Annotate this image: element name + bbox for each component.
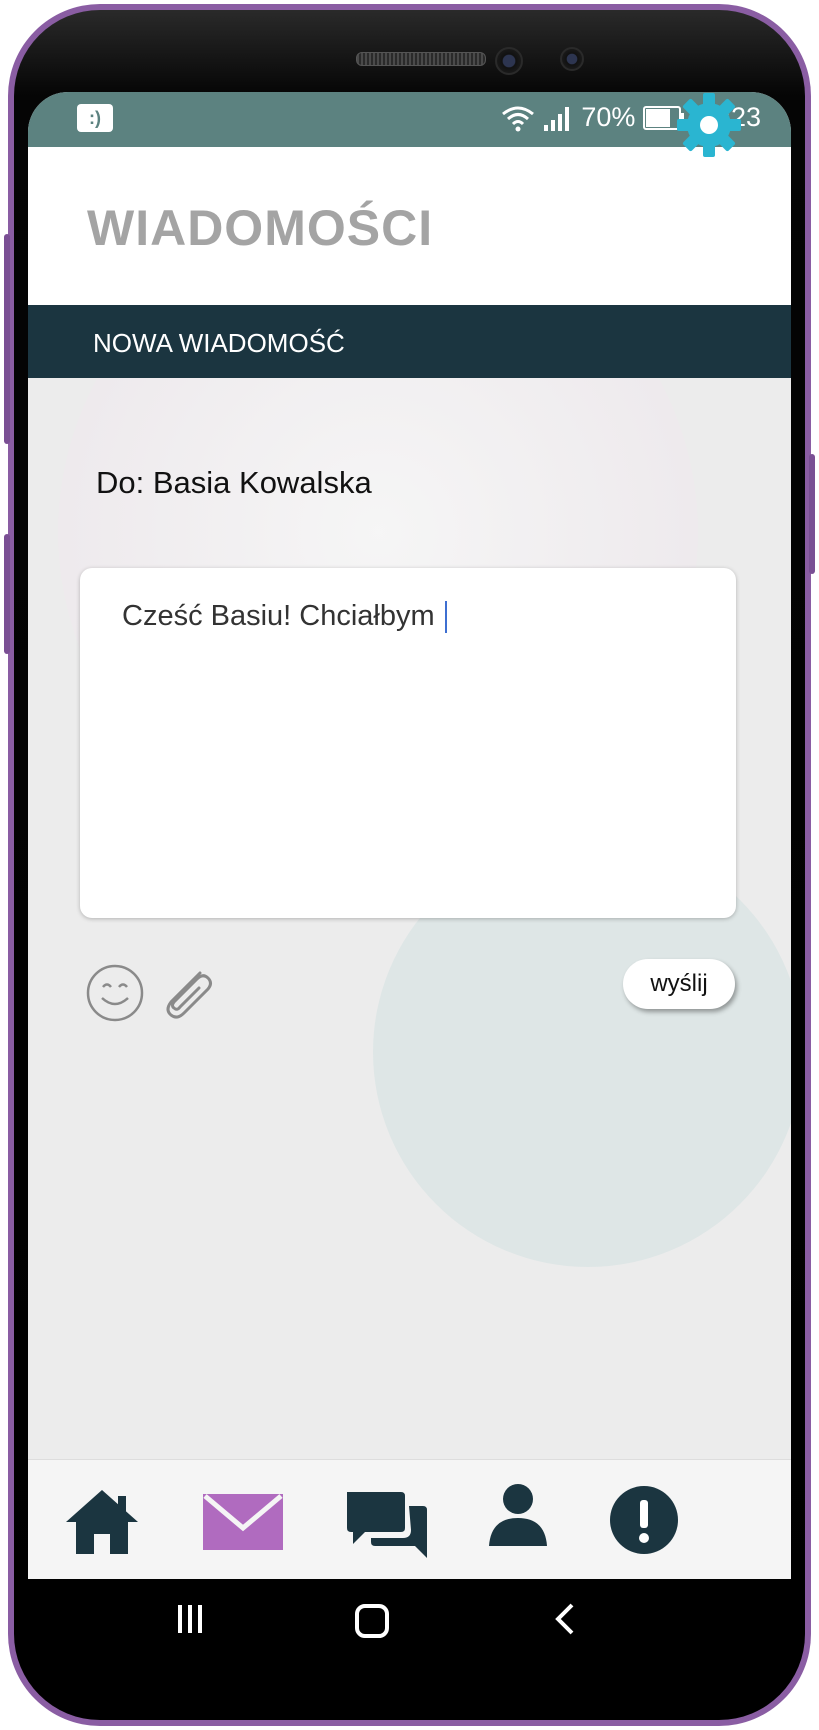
section-header: NOWA WIADOMOŚĆ [28,305,791,378]
app-screen: :) 70% 12:23 WIADOMOŚCI [28,92,791,1670]
home-button-icon[interactable] [353,1601,391,1641]
app-header: WIADOMOŚCI [28,147,791,307]
profile-icon[interactable] [487,1482,549,1548]
bottom-navigation [28,1459,791,1580]
sensor [560,47,584,71]
gear-icon[interactable] [676,92,742,158]
earpiece-speaker [356,52,486,66]
message-text: Cześć Basiu! Chciałbym [122,600,435,632]
wifi-icon [502,106,535,131]
recent-apps-icon[interactable] [176,1601,204,1637]
send-button[interactable]: wyślij [623,959,735,1009]
battery-percent: 70% [581,102,636,132]
alert-icon[interactable] [608,1484,680,1556]
front-camera [495,47,523,75]
bixby-button [4,534,10,654]
emoji-icon[interactable] [85,963,145,1023]
attachment-icon[interactable] [155,961,219,1025]
home-icon[interactable] [64,1488,140,1556]
chat-icon[interactable] [347,1492,427,1558]
notification-icon: :) [77,104,113,132]
message-input[interactable]: Cześć Basiu! Chciałbym [80,568,736,918]
page-title: WIADOMOŚCI [87,200,434,256]
text-cursor [444,601,447,634]
volume-button [4,234,10,444]
signal-icon [544,106,570,131]
system-navigation-bar [28,1579,791,1670]
back-icon[interactable] [552,1601,578,1637]
recipient-label: Do: Basia Kowalska [96,465,372,500]
mail-icon[interactable] [201,1492,285,1552]
power-button [809,454,815,574]
section-title: NOWA WIADOMOŚĆ [93,328,345,358]
